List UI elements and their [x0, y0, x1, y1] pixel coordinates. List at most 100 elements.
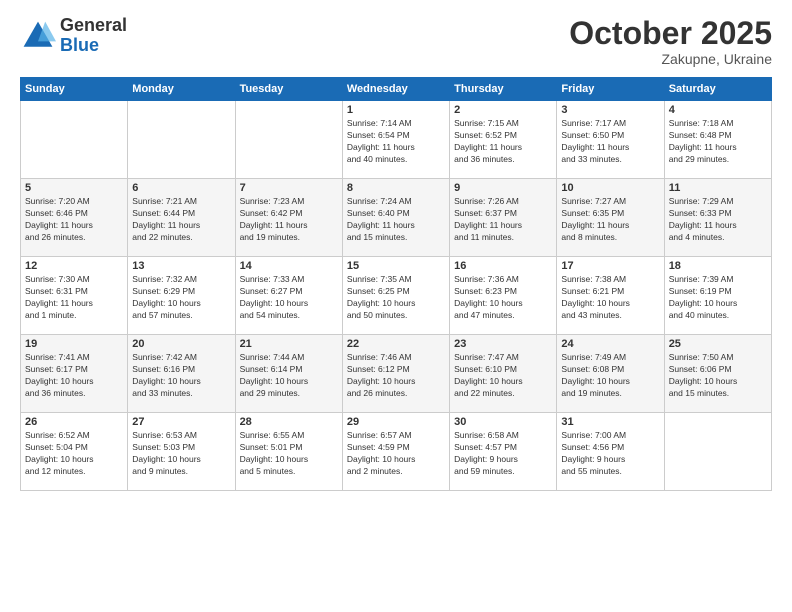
day-cell: 5 Sunrise: 7:20 AM Sunset: 6:46 PM Daylig…: [21, 179, 128, 257]
day-number: 22: [347, 338, 445, 350]
calendar-table: SundayMondayTuesdayWednesdayThursdayFrid…: [20, 77, 772, 491]
day-number: 25: [669, 338, 767, 350]
day-cell: 30Sunrise: 6:58 AM Sunset: 4:57 PM Dayli…: [450, 413, 557, 491]
day-number: 10: [561, 182, 659, 194]
day-number: 5: [25, 182, 123, 194]
header-cell-saturday: Saturday: [664, 78, 771, 101]
day-cell: 12 Sunrise: 7:30 AM Sunset: 6:31 PM Dayli…: [21, 257, 128, 335]
logo-text: General Blue: [60, 16, 127, 56]
day-info: Sunrise: 7:14 AM Sunset: 6:54 PM Dayligh…: [347, 118, 445, 166]
header-cell-sunday: Sunday: [21, 78, 128, 101]
day-info: Sunrise: 7:44 AM Sunset: 6:14 PM Dayligh…: [240, 352, 338, 400]
week-row-5: 26Sunrise: 6:52 AM Sunset: 5:04 PM Dayli…: [21, 413, 772, 491]
day-cell: [21, 101, 128, 179]
week-row-3: 12 Sunrise: 7:30 AM Sunset: 6:31 PM Dayli…: [21, 257, 772, 335]
header-row: SundayMondayTuesdayWednesdayThursdayFrid…: [21, 78, 772, 101]
day-info: Sunrise: 7:15 AM Sunset: 6:52 PM Dayligh…: [454, 118, 552, 166]
day-info: Sunrise: 7:29 AM Sunset: 6:33 PM Dayligh…: [669, 196, 767, 244]
month-title: October 2025: [569, 16, 772, 51]
day-number: 12: [25, 260, 123, 272]
day-number: 11: [669, 182, 767, 194]
day-number: 8: [347, 182, 445, 194]
title-block: October 2025 Zakupne, Ukraine: [569, 16, 772, 67]
day-number: 9: [454, 182, 552, 194]
day-cell: [235, 101, 342, 179]
day-info: Sunrise: 7:36 AM Sunset: 6:23 PM Dayligh…: [454, 274, 552, 322]
day-cell: 7 Sunrise: 7:23 AM Sunset: 6:42 PM Daylig…: [235, 179, 342, 257]
day-cell: 16Sunrise: 7:36 AM Sunset: 6:23 PM Dayli…: [450, 257, 557, 335]
day-number: 15: [347, 260, 445, 272]
day-info: Sunrise: 6:58 AM Sunset: 4:57 PM Dayligh…: [454, 430, 552, 478]
day-info: Sunrise: 6:53 AM Sunset: 5:03 PM Dayligh…: [132, 430, 230, 478]
logo: General Blue: [20, 16, 127, 56]
day-info: Sunrise: 7:49 AM Sunset: 6:08 PM Dayligh…: [561, 352, 659, 400]
day-info: Sunrise: 7:23 AM Sunset: 6:42 PM Dayligh…: [240, 196, 338, 244]
day-cell: 4Sunrise: 7:18 AM Sunset: 6:48 PM Daylig…: [664, 101, 771, 179]
header-cell-thursday: Thursday: [450, 78, 557, 101]
day-cell: 15 Sunrise: 7:35 AM Sunset: 6:25 PM Dayli…: [342, 257, 449, 335]
header: General Blue October 2025 Zakupne, Ukrai…: [20, 16, 772, 67]
header-cell-friday: Friday: [557, 78, 664, 101]
day-info: Sunrise: 7:39 AM Sunset: 6:19 PM Dayligh…: [669, 274, 767, 322]
week-row-4: 19 Sunrise: 7:41 AM Sunset: 6:17 PM Dayli…: [21, 335, 772, 413]
day-cell: [664, 413, 771, 491]
day-cell: 29Sunrise: 6:57 AM Sunset: 4:59 PM Dayli…: [342, 413, 449, 491]
day-number: 3: [561, 104, 659, 116]
day-cell: 31 Sunrise: 7:00 AM Sunset: 4:56 PM Dayli…: [557, 413, 664, 491]
page: General Blue October 2025 Zakupne, Ukrai…: [0, 0, 792, 612]
week-row-2: 5 Sunrise: 7:20 AM Sunset: 6:46 PM Daylig…: [21, 179, 772, 257]
day-info: Sunrise: 7:18 AM Sunset: 6:48 PM Dayligh…: [669, 118, 767, 166]
day-info: Sunrise: 7:46 AM Sunset: 6:12 PM Dayligh…: [347, 352, 445, 400]
day-number: 20: [132, 338, 230, 350]
day-cell: 28Sunrise: 6:55 AM Sunset: 5:01 PM Dayli…: [235, 413, 342, 491]
day-cell: 11 Sunrise: 7:29 AM Sunset: 6:33 PM Dayli…: [664, 179, 771, 257]
day-cell: 23Sunrise: 7:47 AM Sunset: 6:10 PM Dayli…: [450, 335, 557, 413]
day-cell: 10 Sunrise: 7:27 AM Sunset: 6:35 PM Dayli…: [557, 179, 664, 257]
day-cell: 9 Sunrise: 7:26 AM Sunset: 6:37 PM Daylig…: [450, 179, 557, 257]
day-cell: 14 Sunrise: 7:33 AM Sunset: 6:27 PM Dayli…: [235, 257, 342, 335]
day-cell: 24Sunrise: 7:49 AM Sunset: 6:08 PM Dayli…: [557, 335, 664, 413]
day-cell: 26Sunrise: 6:52 AM Sunset: 5:04 PM Dayli…: [21, 413, 128, 491]
day-info: Sunrise: 7:26 AM Sunset: 6:37 PM Dayligh…: [454, 196, 552, 244]
day-info: Sunrise: 7:42 AM Sunset: 6:16 PM Dayligh…: [132, 352, 230, 400]
day-number: 6: [132, 182, 230, 194]
day-info: Sunrise: 7:21 AM Sunset: 6:44 PM Dayligh…: [132, 196, 230, 244]
day-cell: 18 Sunrise: 7:39 AM Sunset: 6:19 PM Dayli…: [664, 257, 771, 335]
location: Zakupne, Ukraine: [569, 51, 772, 67]
day-info: Sunrise: 7:41 AM Sunset: 6:17 PM Dayligh…: [25, 352, 123, 400]
day-number: 26: [25, 416, 123, 428]
day-cell: 21 Sunrise: 7:44 AM Sunset: 6:14 PM Dayli…: [235, 335, 342, 413]
day-info: Sunrise: 7:20 AM Sunset: 6:46 PM Dayligh…: [25, 196, 123, 244]
header-cell-tuesday: Tuesday: [235, 78, 342, 101]
day-number: 18: [669, 260, 767, 272]
day-number: 7: [240, 182, 338, 194]
day-cell: 3 Sunrise: 7:17 AM Sunset: 6:50 PM Daylig…: [557, 101, 664, 179]
day-info: Sunrise: 7:27 AM Sunset: 6:35 PM Dayligh…: [561, 196, 659, 244]
header-cell-wednesday: Wednesday: [342, 78, 449, 101]
day-cell: 8 Sunrise: 7:24 AM Sunset: 6:40 PM Daylig…: [342, 179, 449, 257]
logo-general: General: [60, 16, 127, 36]
day-cell: 1Sunrise: 7:14 AM Sunset: 6:54 PM Daylig…: [342, 101, 449, 179]
day-number: 29: [347, 416, 445, 428]
day-number: 27: [132, 416, 230, 428]
day-number: 21: [240, 338, 338, 350]
day-cell: 22 Sunrise: 7:46 AM Sunset: 6:12 PM Dayli…: [342, 335, 449, 413]
day-number: 28: [240, 416, 338, 428]
day-number: 14: [240, 260, 338, 272]
day-info: Sunrise: 7:24 AM Sunset: 6:40 PM Dayligh…: [347, 196, 445, 244]
day-cell: 17Sunrise: 7:38 AM Sunset: 6:21 PM Dayli…: [557, 257, 664, 335]
day-cell: [128, 101, 235, 179]
day-number: 19: [25, 338, 123, 350]
day-info: Sunrise: 7:50 AM Sunset: 6:06 PM Dayligh…: [669, 352, 767, 400]
day-number: 31: [561, 416, 659, 428]
header-cell-monday: Monday: [128, 78, 235, 101]
day-cell: 19 Sunrise: 7:41 AM Sunset: 6:17 PM Dayli…: [21, 335, 128, 413]
day-info: Sunrise: 7:33 AM Sunset: 6:27 PM Dayligh…: [240, 274, 338, 322]
logo-icon: [20, 18, 56, 54]
day-number: 17: [561, 260, 659, 272]
day-info: Sunrise: 7:47 AM Sunset: 6:10 PM Dayligh…: [454, 352, 552, 400]
day-info: Sunrise: 7:17 AM Sunset: 6:50 PM Dayligh…: [561, 118, 659, 166]
day-info: Sunrise: 7:30 AM Sunset: 6:31 PM Dayligh…: [25, 274, 123, 322]
day-info: Sunrise: 7:35 AM Sunset: 6:25 PM Dayligh…: [347, 274, 445, 322]
day-info: Sunrise: 7:00 AM Sunset: 4:56 PM Dayligh…: [561, 430, 659, 478]
